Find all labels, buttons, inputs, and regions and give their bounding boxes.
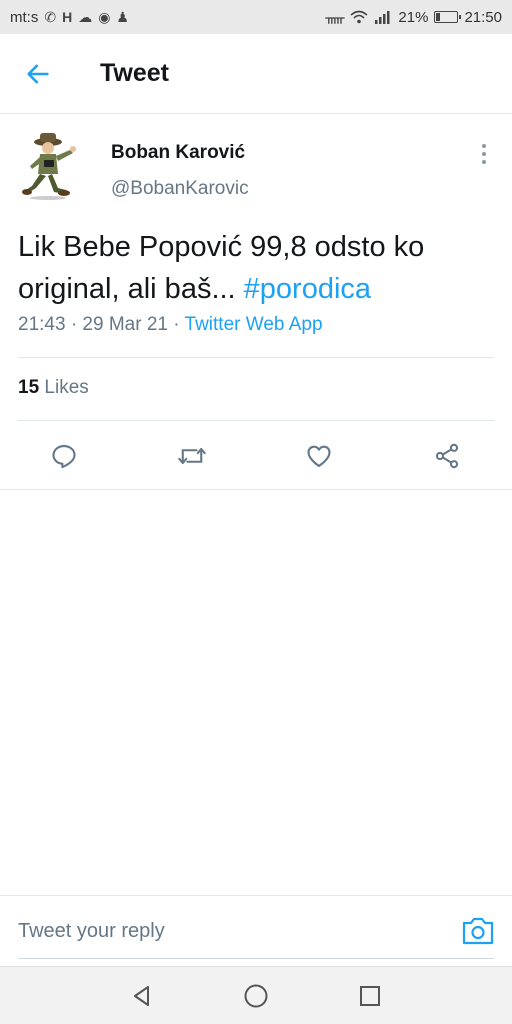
like-icon — [307, 445, 331, 467]
status-time: 21:50 — [464, 8, 502, 26]
carrier-label: mt:s — [10, 8, 39, 26]
divider — [18, 420, 494, 421]
more-options-button[interactable] — [470, 142, 498, 166]
battery-icon — [434, 11, 462, 23]
reply-button[interactable] — [44, 436, 84, 476]
author-handle[interactable]: @BobanKarovic — [111, 178, 249, 200]
reply-composer: Tweet your reply — [0, 895, 512, 965]
share-icon — [435, 443, 459, 469]
page-title: Tweet — [100, 59, 169, 87]
share-button[interactable] — [427, 436, 467, 476]
arrow-left-icon — [27, 64, 49, 83]
divider — [0, 489, 512, 490]
reply-input[interactable]: Tweet your reply — [18, 920, 165, 943]
likes-label: Likes — [39, 377, 89, 398]
tweet-meta: 21:43 · 29 Mar 21 · Twitter Web App — [18, 314, 323, 336]
recents-square-icon — [360, 986, 380, 1006]
status-right: ᚅ 21% 21:50 — [325, 9, 502, 26]
like-button[interactable] — [299, 436, 339, 476]
system-nav-bar — [0, 966, 512, 1024]
avatar[interactable] — [18, 130, 92, 204]
back-triangle-icon — [134, 986, 149, 1006]
tweet-timestamp: 21:43 · 29 Mar 21 · — [18, 314, 185, 335]
phone-icon: ✆ — [44, 8, 57, 25]
camera-icon — [462, 917, 494, 945]
likes-summary[interactable]: 15 Likes — [18, 377, 89, 399]
more-vertical-icon — [482, 144, 486, 148]
tweet-actions — [0, 436, 512, 476]
tweet-author: Boban Karović @BobanKarovic — [0, 126, 512, 206]
reply-icon — [52, 445, 76, 469]
bluetooth-icon: ᚅ — [325, 8, 345, 25]
nav-back-button[interactable] — [127, 981, 157, 1011]
cloud-icon: ☁ — [78, 8, 93, 25]
status-left: mt:s ✆ H ☁ ◉ ♟ — [10, 9, 129, 26]
camera-button[interactable] — [460, 914, 496, 948]
nav-recents-button[interactable] — [355, 981, 385, 1011]
home-circle-icon — [244, 984, 268, 1008]
retweet-icon — [178, 448, 206, 464]
divider — [18, 357, 494, 358]
author-display-name[interactable]: Boban Karović — [111, 142, 245, 164]
retweet-button[interactable] — [172, 436, 212, 476]
hashtag-link[interactable]: #porodica — [244, 273, 371, 305]
nav-home-button[interactable] — [241, 981, 271, 1011]
tweet-text: Lik Bebe Popović 99,8 odsto ko original,… — [18, 226, 494, 310]
likes-count: 15 — [18, 377, 40, 398]
person-icon: ♟ — [116, 8, 129, 25]
status-bar: mt:s ✆ H ☁ ◉ ♟ ᚅ 21% 21:50 — [0, 0, 512, 34]
back-button[interactable] — [0, 34, 78, 114]
avatar-illustration — [22, 133, 76, 200]
tweet-source-link[interactable]: Twitter Web App — [185, 314, 323, 335]
h-icon: H — [62, 9, 73, 25]
battery-percent: 21% — [398, 8, 429, 26]
reply-underline — [18, 958, 494, 959]
chrome-icon: ◉ — [98, 8, 111, 25]
signal-icon — [375, 11, 390, 24]
top-app-bar: Tweet — [0, 34, 512, 114]
wifi-icon — [350, 10, 368, 24]
